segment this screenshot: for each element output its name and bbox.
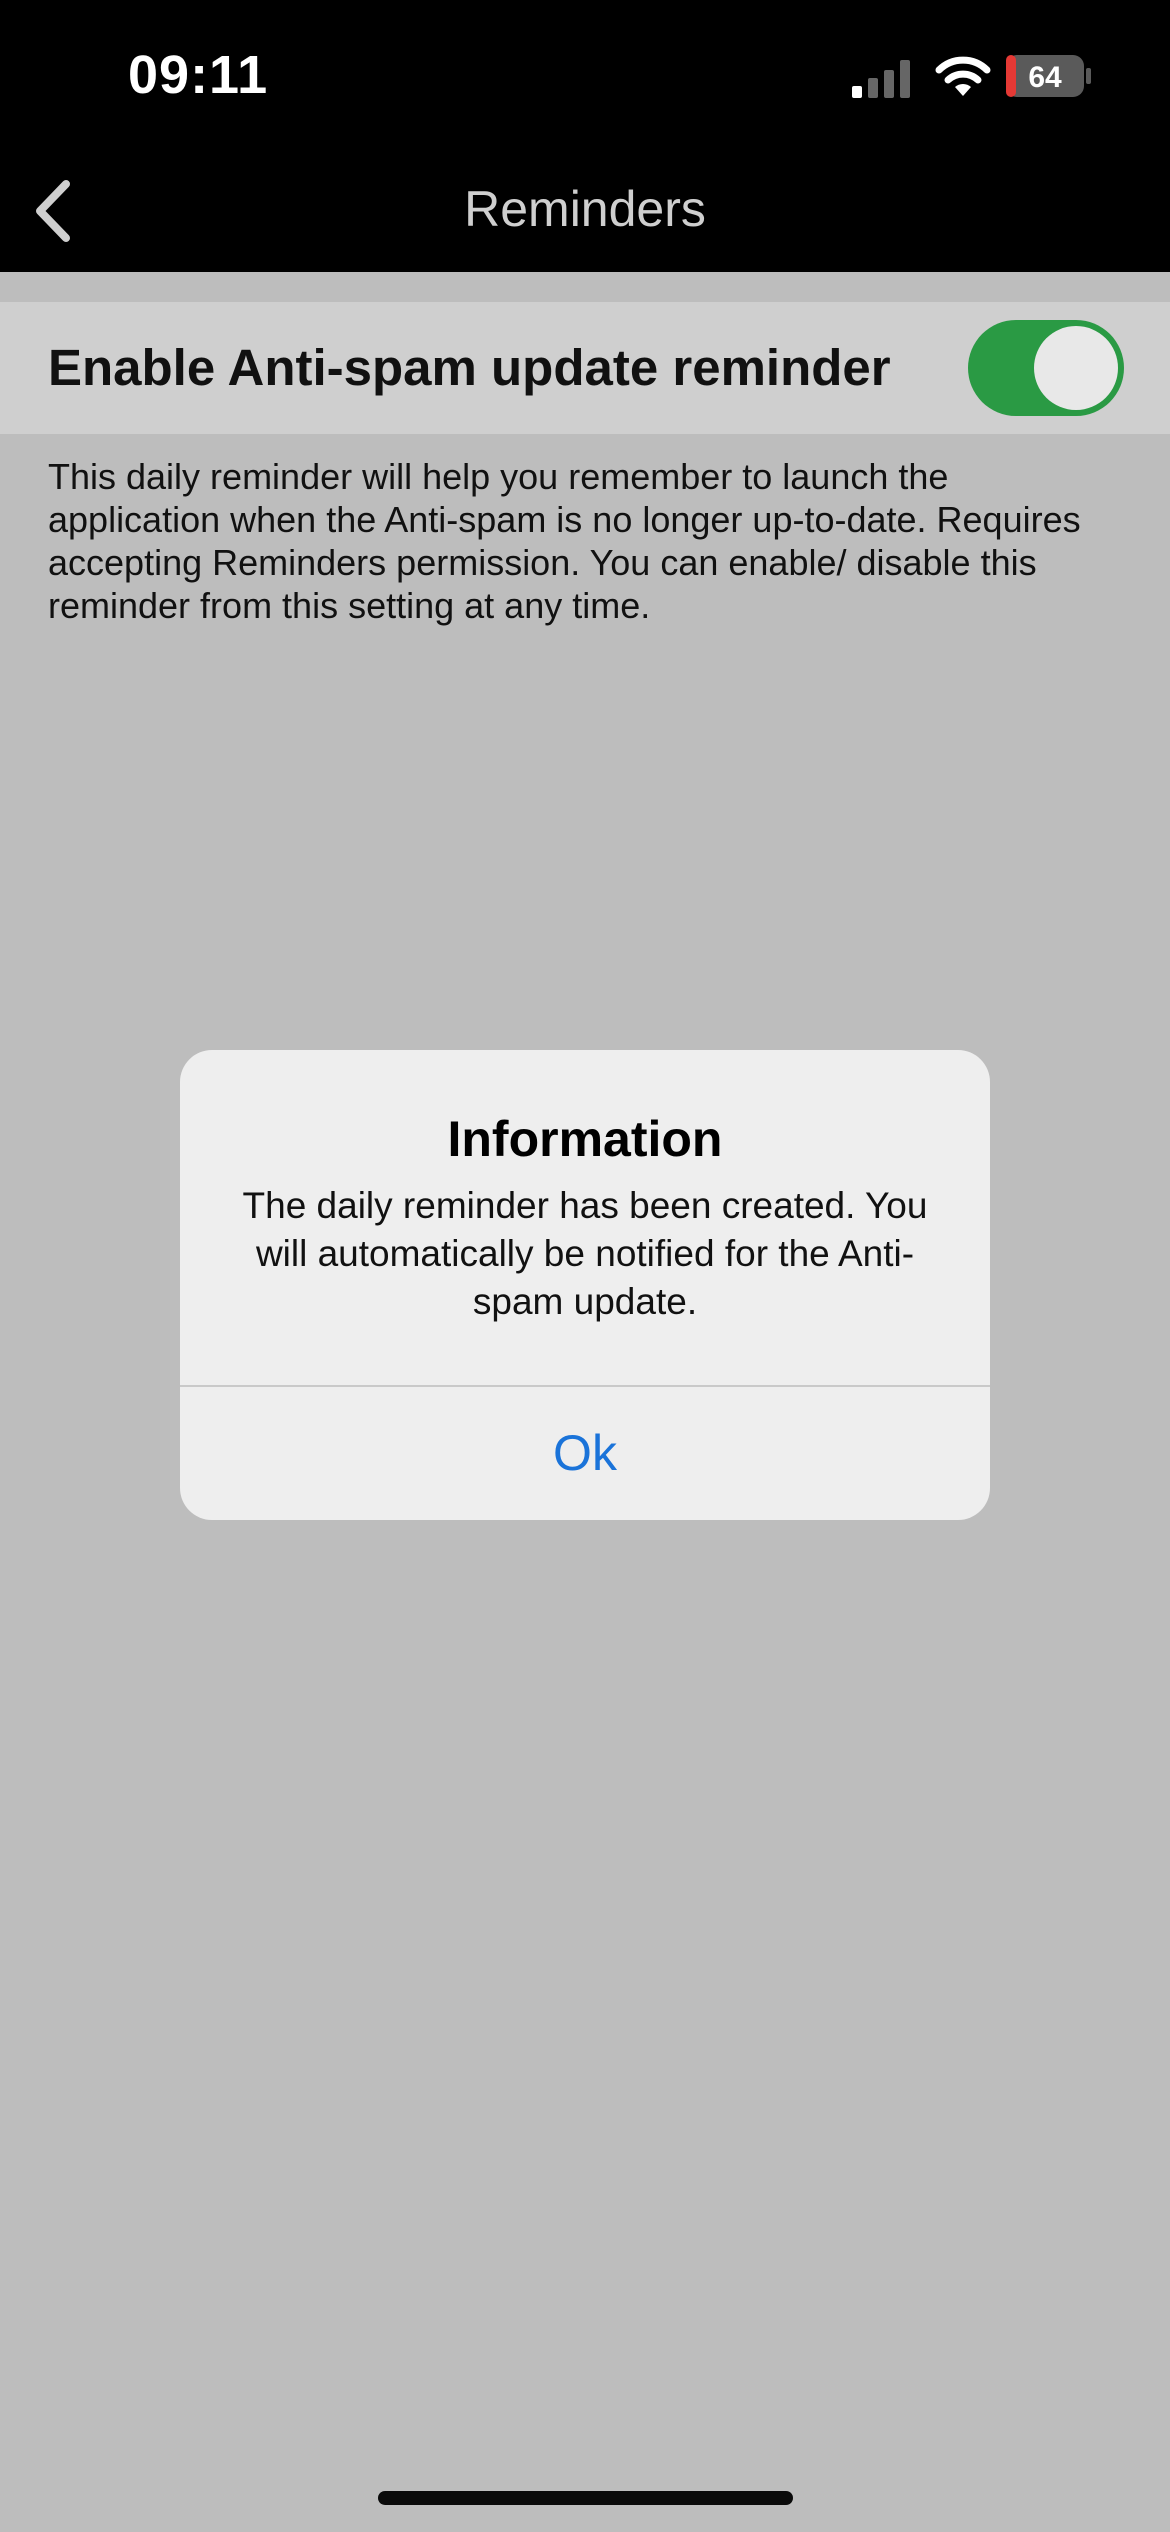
battery-icon: 64: [1006, 55, 1091, 97]
setting-label: Enable Anti-spam update reminder: [48, 339, 891, 396]
setting-description: This daily reminder will help you rememb…: [48, 456, 1081, 626]
ok-button[interactable]: Ok: [180, 1387, 990, 1520]
battery-level-text: 64: [1028, 61, 1062, 94]
dialog-title: Information: [447, 1111, 723, 1167]
information-dialog: Information The daily reminder has been …: [180, 1050, 990, 1520]
status-bar: 09:11 64: [0, 0, 1170, 150]
signal-icon: [852, 60, 910, 98]
status-time: 09:11: [128, 45, 269, 105]
wifi-icon: [935, 56, 991, 96]
dialog-message: The daily reminder has been created. You…: [242, 1185, 928, 1322]
reminder-toggle[interactable]: [968, 320, 1124, 416]
page-title: Reminders: [464, 181, 706, 237]
home-indicator[interactable]: [378, 2491, 793, 2505]
toggle-knob: [1034, 326, 1118, 410]
nav-bar: Reminders: [0, 150, 1170, 272]
